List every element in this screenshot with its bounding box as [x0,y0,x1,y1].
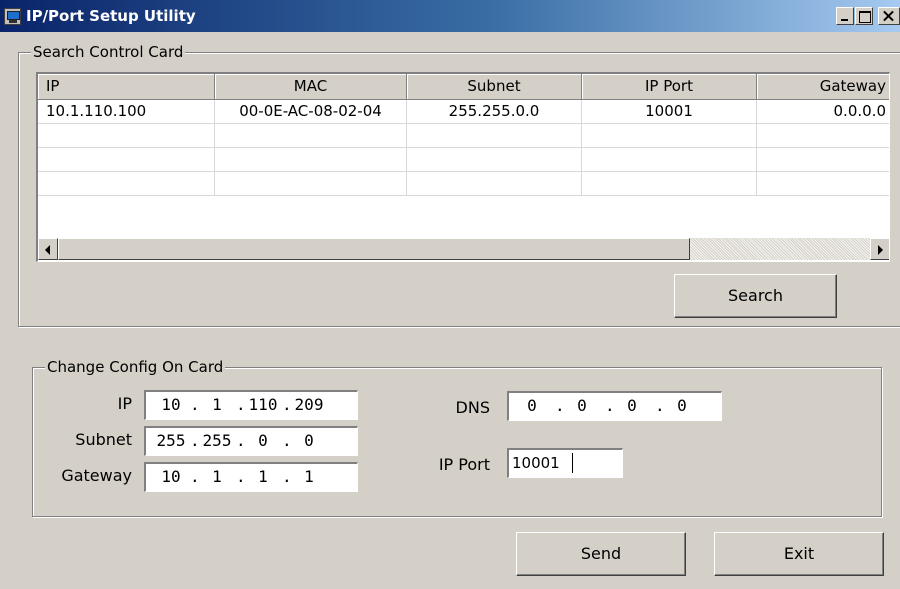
dns-octet-1[interactable]: 0 [515,393,549,419]
gateway-field[interactable]: 10. 1. 1. 1 [144,462,358,492]
ip-octet-4[interactable]: 209 [292,392,326,418]
horizontal-scrollbar[interactable] [38,238,889,260]
list-header: IP MAC Subnet IP Port Gateway [38,74,889,100]
text-caret [572,453,573,473]
column-header-ip[interactable]: IP [38,74,215,100]
dns-field[interactable]: 0. 0. 0. 0 [507,391,722,421]
change-group-legend: Change Config On Card [45,358,226,376]
send-button[interactable]: Send [516,532,686,576]
dns-label: DNS [455,398,490,417]
ip-address-field[interactable]: 10. 1. 110. 209 [144,390,358,420]
empty-table-row [38,172,889,196]
cell-mac: 00-0E-AC-08-02-04 [215,100,407,124]
dns-octet-4[interactable]: 0 [665,393,699,419]
ip-port-setup-window: IP/Port Setup Utility Search Control Car… [0,0,900,589]
dns-octet-2[interactable]: 0 [565,393,599,419]
subnet-octet-2[interactable]: 255 [200,428,234,454]
subnet-field[interactable]: 255. 255. 0. 0 [144,426,358,456]
search-button[interactable]: Search [674,274,837,318]
subnet-octet-1[interactable]: 255 [154,428,188,454]
subnet-label: Subnet [75,430,132,449]
table-row[interactable]: 10.1.110.100 00-0E-AC-08-02-04 255.255.0… [38,100,889,124]
gateway-octet-3[interactable]: 1 [246,464,280,490]
empty-table-row [38,124,889,148]
close-button[interactable] [878,7,900,25]
exit-button[interactable]: Exit [714,532,884,576]
ip-port-label: IP Port [438,455,490,474]
subnet-octet-4[interactable]: 0 [292,428,326,454]
column-header-gateway[interactable]: Gateway [757,74,889,100]
column-header-subnet[interactable]: Subnet [407,74,582,100]
ip-octet-2[interactable]: 1 [200,392,234,418]
ip-octet-3[interactable]: 110 [246,392,280,418]
column-header-ip-port[interactable]: IP Port [582,74,757,100]
control-card-list[interactable]: IP MAC Subnet IP Port Gateway 10.1.110.1… [36,72,890,262]
cell-subnet: 255.255.0.0 [407,100,582,124]
gateway-octet-2[interactable]: 1 [200,464,234,490]
gateway-octet-4[interactable]: 1 [292,464,326,490]
scroll-right-arrow-icon[interactable] [870,238,889,260]
network-computer-icon[interactable] [4,8,21,25]
cell-ip-port: 10001 [582,100,757,124]
cell-gateway: 0.0.0.0 [757,100,889,124]
ip-label: IP [117,394,132,413]
title-bar[interactable]: IP/Port Setup Utility [0,0,900,32]
ip-octet-1[interactable]: 10 [154,392,188,418]
maximize-button[interactable] [855,7,873,25]
scroll-left-arrow-icon[interactable] [38,238,58,260]
column-header-mac[interactable]: MAC [215,74,407,100]
scrollbar-thumb[interactable] [58,238,690,260]
subnet-octet-3[interactable]: 0 [246,428,280,454]
gateway-label: Gateway [61,466,132,485]
ip-port-input[interactable]: 10001 [507,448,623,478]
empty-table-row [38,148,889,172]
search-group-legend: Search Control Card [31,43,186,61]
dns-octet-3[interactable]: 0 [615,393,649,419]
window-title: IP/Port Setup Utility [26,7,196,25]
minimize-button[interactable] [836,7,854,25]
cell-ip: 10.1.110.100 [38,100,215,124]
gateway-octet-1[interactable]: 10 [154,464,188,490]
